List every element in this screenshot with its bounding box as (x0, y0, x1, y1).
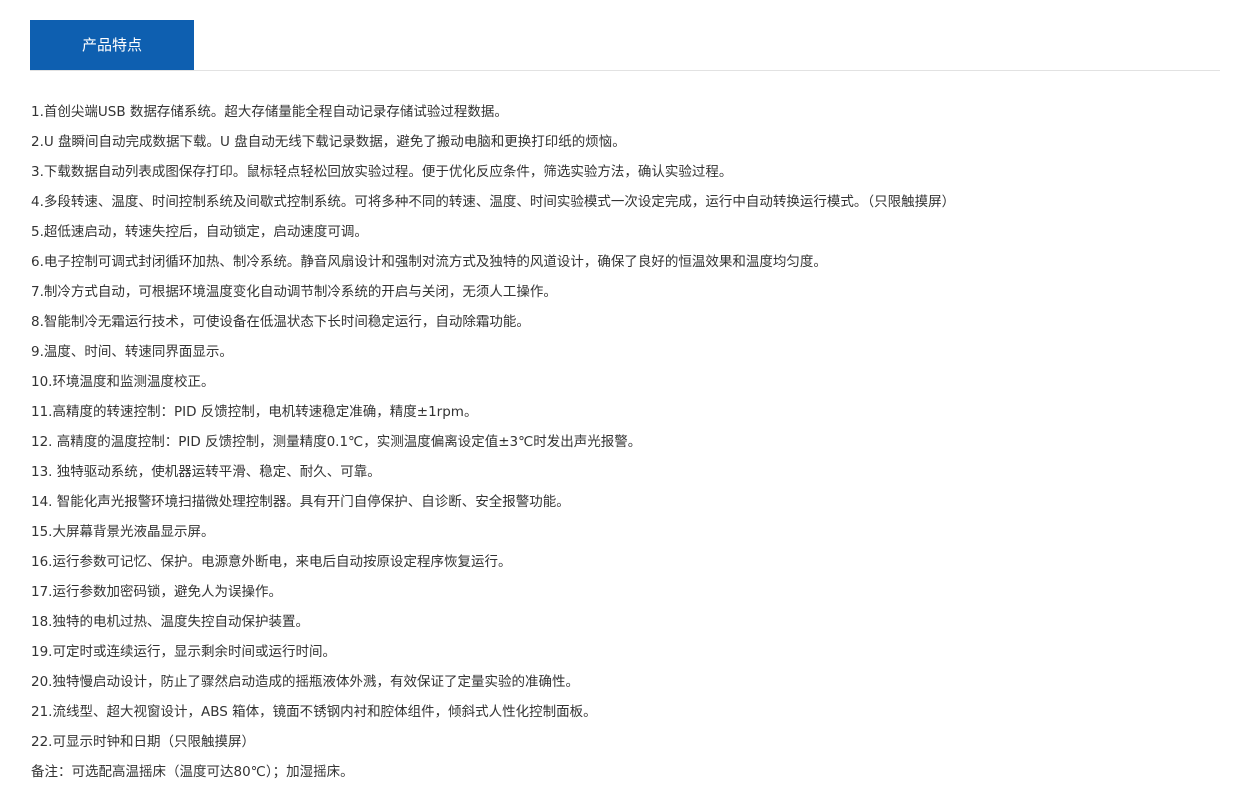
list-item: 22.可显示时钟和日期（只限触摸屏） (31, 734, 255, 750)
tab-bar: 产品特点 (30, 20, 1220, 71)
list-item: 2.U 盘瞬间自动完成数据下载。U 盘自动无线下载记录数据，避免了搬动电脑和更换… (31, 134, 626, 150)
list-item: 11.高精度的转速控制：PID 反馈控制，电机转速稳定准确，精度±1rpm。 (31, 404, 478, 420)
list-item: 14. 智能化声光报警环境扫描微处理控制器。具有开门自停保护、自诊断、安全报警功… (31, 494, 570, 510)
list-item: 13. 独特驱动系统，使机器运转平滑、稳定、耐久、可靠。 (31, 464, 381, 480)
list-item: 1.首创尖端USB 数据存储系统。超大存储量能全程自动记录存储试验过程数据。 (31, 104, 508, 120)
list-item: 7.制冷方式自动，可根据环境温度变化自动调节制冷系统的开启与关闭，无须人工操作。 (31, 284, 557, 300)
feature-list: 1.首创尖端USB 数据存储系统。超大存储量能全程自动记录存储试验过程数据。 2… (31, 97, 1231, 787)
list-item: 21.流线型、超大视窗设计，ABS 箱体，镜面不锈钢内衬和腔体组件，倾斜式人性化… (31, 704, 597, 720)
list-item: 10.环境温度和监测温度校正。 (31, 374, 215, 390)
list-item: 18.独特的电机过热、温度失控自动保护装置。 (31, 614, 309, 630)
list-item: 15.大屏幕背景光液晶显示屏。 (31, 524, 215, 540)
list-item: 4.多段转速、温度、时间控制系统及间歇式控制系统。可将多种不同的转速、温度、时间… (31, 194, 956, 210)
list-item: 3.下载数据自动列表成图保存打印。鼠标轻点轻松回放实验过程。便于优化反应条件，筛… (31, 164, 733, 180)
list-item: 20.独特慢启动设计，防止了骤然启动造成的摇瓶液体外溅，有效保证了定量实验的准确… (31, 674, 579, 690)
list-item: 5.超低速启动，转速失控后，自动锁定，启动速度可调。 (31, 224, 368, 240)
remark-item: 备注：可选配高温摇床（温度可达80℃）；加湿摇床。 (31, 764, 354, 780)
list-item: 19.可定时或连续运行，显示剩余时间或运行时间。 (31, 644, 336, 660)
list-item: 17.运行参数加密码锁，避免人为误操作。 (31, 584, 282, 600)
list-item: 9.温度、时间、转速同界面显示。 (31, 344, 233, 360)
list-item: 16.运行参数可记忆、保护。电源意外断电，来电后自动按原设定程序恢复运行。 (31, 554, 512, 570)
page: 产品特点 1.首创尖端USB 数据存储系统。超大存储量能全程自动记录存储试验过程… (0, 0, 1255, 804)
list-item: 6.电子控制可调式封闭循环加热、制冷系统。静音风扇设计和强制对流方式及独特的风道… (31, 254, 827, 270)
tab-product-features[interactable]: 产品特点 (30, 20, 194, 70)
list-item: 12. 高精度的温度控制：PID 反馈控制，测量精度0.1℃，实测温度偏离设定值… (31, 434, 642, 450)
list-item: 8.智能制冷无霜运行技术，可使设备在低温状态下长时间稳定运行，自动除霜功能。 (31, 314, 530, 330)
